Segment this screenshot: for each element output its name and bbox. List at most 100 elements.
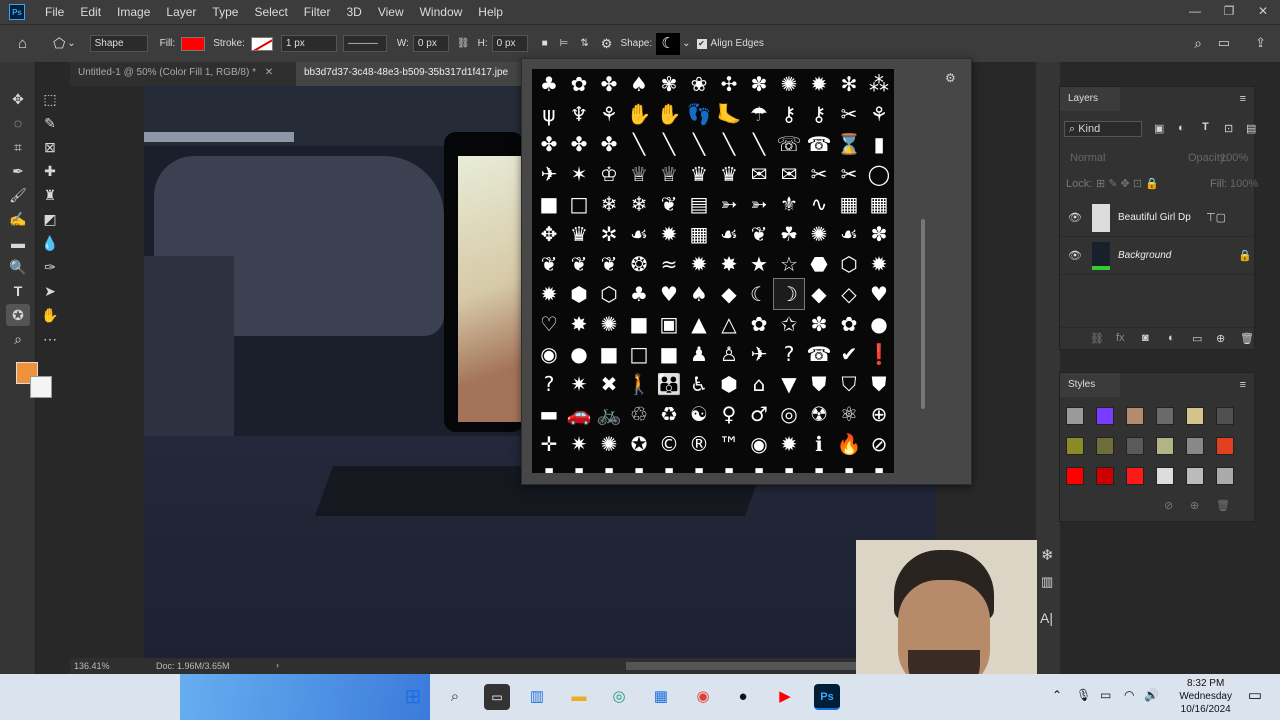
style-swatch[interactable] xyxy=(1066,437,1084,455)
eye-icon[interactable]: 👁 xyxy=(1068,249,1082,262)
youtube-icon[interactable]: ▶ xyxy=(772,684,798,710)
shape-option[interactable]: ♥ xyxy=(654,279,684,309)
shape-option[interactable]: ✹ xyxy=(864,249,894,279)
style-swatch[interactable] xyxy=(1156,467,1174,485)
quick-select-tool-icon[interactable]: ✎ xyxy=(38,112,62,134)
shape-option[interactable]: 👪 xyxy=(654,369,684,399)
shape-option[interactable]: ✋ xyxy=(654,99,684,129)
shape-option[interactable]: ☯ xyxy=(684,399,714,429)
picker-scrollbar[interactable] xyxy=(919,69,927,473)
gear-icon[interactable]: ⚙ xyxy=(945,71,956,85)
shape-option[interactable]: ✶ xyxy=(564,159,594,189)
frame-tool-icon[interactable]: ⊠ xyxy=(38,136,62,158)
taskbar-clock[interactable]: 8:32 PM Wednesday 10/16/2024 xyxy=(1179,677,1232,716)
panel-menu-icon[interactable]: ≡ xyxy=(1240,93,1246,105)
zoom-level[interactable]: 136.41% xyxy=(74,661,110,671)
shape-option[interactable]: ⊕ xyxy=(864,399,894,429)
shape-option[interactable]: ⚜ xyxy=(774,189,804,219)
stamp-tool-icon[interactable]: ♜ xyxy=(38,184,62,206)
shape-option[interactable]: ⛊ xyxy=(804,369,834,399)
share-icon[interactable]: ⇪ xyxy=(1255,35,1266,51)
shape-option[interactable]: ● xyxy=(864,309,894,339)
shape-option[interactable]: ▤ xyxy=(684,189,714,219)
shape-option[interactable]: ▮ xyxy=(834,459,864,473)
menu-3d[interactable]: 3D xyxy=(338,5,369,19)
shape-option[interactable]: ☙ xyxy=(834,219,864,249)
shape-option[interactable]: 🚲 xyxy=(594,399,624,429)
eyedropper-tool-icon[interactable]: ✒ xyxy=(6,160,30,182)
fill-value[interactable]: 100% xyxy=(1230,178,1258,190)
shape-option[interactable]: ⊘ xyxy=(864,429,894,459)
shape-option[interactable]: ♕ xyxy=(654,159,684,189)
more-tools-icon[interactable]: ⋯ xyxy=(38,328,62,350)
style-swatch[interactable] xyxy=(1066,407,1084,425)
move-tool-icon[interactable]: ✥ xyxy=(6,88,30,110)
shape-option[interactable]: ® xyxy=(684,429,714,459)
shape-option[interactable]: ⚘ xyxy=(864,99,894,129)
shape-option[interactable]: ✤ xyxy=(594,129,624,159)
battery-icon[interactable]: ▭ xyxy=(1100,688,1111,702)
panel-menu-icon[interactable]: ≡ xyxy=(1240,379,1246,391)
shape-option[interactable]: ▮ xyxy=(744,459,774,473)
group-icon[interactable]: ▭ xyxy=(1192,332,1202,345)
shape-option[interactable]: ♲ xyxy=(624,399,654,429)
shape-option[interactable]: ☾ xyxy=(744,279,774,309)
shape-option[interactable]: ♥ xyxy=(864,279,894,309)
style-swatch[interactable] xyxy=(1216,467,1234,485)
shape-option[interactable]: ⚷ xyxy=(804,99,834,129)
lasso-tool-icon[interactable]: ◌ xyxy=(6,112,30,134)
wifi-icon[interactable]: ◠ xyxy=(1124,688,1134,702)
shape-option[interactable]: ✻ xyxy=(834,69,864,99)
hand-tool-icon[interactable]: ✋ xyxy=(38,304,62,326)
shape-option[interactable]: ✺ xyxy=(774,69,804,99)
shape-option[interactable]: 🚗 xyxy=(564,399,594,429)
shape-option[interactable]: ✤ xyxy=(564,129,594,159)
zoom-tool-icon[interactable]: ⌕ xyxy=(6,328,30,350)
shape-option[interactable]: ■ xyxy=(594,339,624,369)
history-brush-icon[interactable]: ✍ xyxy=(6,208,30,230)
shape-option[interactable]: ⬡ xyxy=(834,249,864,279)
search-icon[interactable]: ⌕ xyxy=(442,684,468,710)
shape-option[interactable]: ➳ xyxy=(744,189,774,219)
shape-option[interactable]: ☎ xyxy=(804,339,834,369)
shape-option[interactable]: ⁂ xyxy=(864,69,894,99)
shape-option[interactable]: ▲ xyxy=(684,309,714,339)
shape-option[interactable]: ✂ xyxy=(834,159,864,189)
shape-option[interactable]: ☘ xyxy=(774,219,804,249)
shape-option[interactable]: ◆ xyxy=(804,279,834,309)
shape-option[interactable]: ✷ xyxy=(564,429,594,459)
stroke-color-swatch[interactable] xyxy=(250,36,273,51)
shape-option[interactable]: △ xyxy=(714,309,744,339)
shape-option[interactable]: ▼ xyxy=(774,369,804,399)
github-icon[interactable]: ● xyxy=(730,684,756,710)
type-tool-icon[interactable]: T xyxy=(6,280,30,302)
shape-option[interactable]: ❦ xyxy=(654,189,684,219)
eye-icon[interactable]: 👁 xyxy=(1068,211,1082,224)
shape-option[interactable]: ♛ xyxy=(564,219,594,249)
shape-option[interactable]: ◉ xyxy=(534,339,564,369)
blend-mode-select[interactable]: Normal xyxy=(1070,152,1105,164)
shape-option[interactable]: 🔥 xyxy=(834,429,864,459)
shape-option[interactable]: ☏ xyxy=(774,129,804,159)
menu-image[interactable]: Image xyxy=(109,5,158,19)
shape-option[interactable]: ✋ xyxy=(624,99,654,129)
minimize-icon[interactable]: — xyxy=(1178,0,1212,22)
shape-option[interactable]: ✉ xyxy=(744,159,774,189)
shape-option[interactable]: ◆ xyxy=(714,279,744,309)
shape-option[interactable]: ✸ xyxy=(564,309,594,339)
shape-option[interactable]: ⚘ xyxy=(594,99,624,129)
stroke-type-select[interactable]: ——— xyxy=(342,35,387,52)
style-swatch[interactable] xyxy=(1186,467,1204,485)
menu-edit[interactable]: Edit xyxy=(72,5,109,19)
tray-chevron-icon[interactable]: ⌃ xyxy=(1052,688,1062,702)
shape-option[interactable]: ⚛ xyxy=(834,399,864,429)
pen-tool-icon[interactable]: ✑ xyxy=(38,256,62,278)
shape-option[interactable]: ≈ xyxy=(654,249,684,279)
shape-option[interactable]: ❄ xyxy=(624,189,654,219)
stroke-width-select[interactable]: 1 px xyxy=(280,35,337,52)
shape-option[interactable]: ✿ xyxy=(744,309,774,339)
shape-option[interactable]: ▮ xyxy=(864,459,894,473)
shape-option[interactable]: ❄ xyxy=(594,189,624,219)
shape-option[interactable]: 🦶 xyxy=(714,99,744,129)
shape-option[interactable]: ▮ xyxy=(624,459,654,473)
